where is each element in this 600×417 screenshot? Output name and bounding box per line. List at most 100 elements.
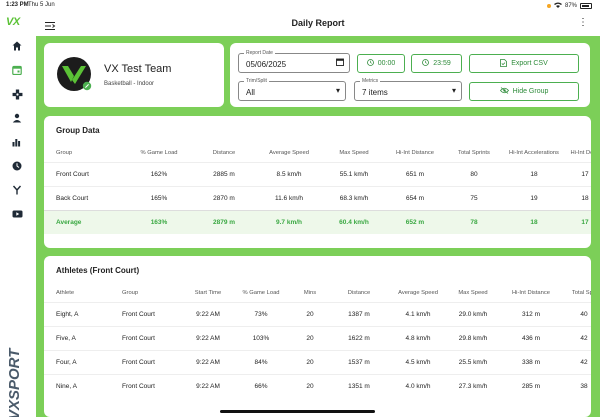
table-cell: 1351 m: [330, 373, 388, 398]
table-cell: Five, A: [44, 325, 110, 350]
column-header[interactable]: Average Speed: [254, 144, 324, 162]
trim-split-label: Trim/Split: [244, 78, 269, 84]
table-cell: 9.7 km/h: [254, 209, 324, 234]
app-logo: VX: [6, 16, 20, 28]
column-header[interactable]: Mins: [290, 284, 330, 302]
table-cell: 4.5 km/h: [388, 349, 448, 374]
clock-icon[interactable]: [11, 161, 23, 173]
hide-group-button[interactable]: Hide Group: [469, 82, 579, 101]
athletes-table: Athlete Group Start Time % Game Load Min…: [44, 284, 591, 398]
column-header[interactable]: Average Speed: [388, 284, 448, 302]
table-row[interactable]: Back Court 165% 2870 m 11.6 km/h 68.3 km…: [44, 185, 591, 210]
column-header[interactable]: % Game Load: [232, 284, 290, 302]
calendar-icon[interactable]: [11, 65, 23, 77]
column-header[interactable]: Max Speed: [448, 284, 498, 302]
table-row[interactable]: Four, A Front Court 9:22 AM 84% 20 1537 …: [44, 349, 591, 374]
battery-icon: [580, 3, 592, 9]
status-date: Thu 5 Jun: [28, 2, 55, 8]
trim-split-select[interactable]: Trim/Split All ▾: [238, 78, 346, 101]
table-cell: Average: [44, 209, 124, 234]
table-cell: 103%: [232, 325, 290, 350]
main-content: VX Test Team Basketball - Indoor Report …: [36, 36, 600, 417]
team-name: VX Test Team: [104, 63, 172, 75]
table-row[interactable]: Eight, A Front Court 9:22 AM 73% 20 1387…: [44, 301, 591, 326]
person-icon[interactable]: [11, 113, 23, 125]
gamepad-icon[interactable]: [11, 89, 23, 101]
home-icon[interactable]: [11, 41, 23, 53]
end-clock-icon: [422, 59, 430, 68]
table-cell: Front Court: [110, 373, 184, 398]
table-cell: 68.3 km/h: [324, 185, 384, 210]
status-bar: 1:23 PM Thu 5 Jun 87%: [0, 0, 600, 12]
athletes-card: Athletes (Front Court) Athlete Group Sta…: [44, 256, 591, 417]
table-cell: 18: [566, 185, 591, 210]
bar-chart-icon[interactable]: [11, 137, 23, 149]
chevron-down-icon: ▾: [451, 86, 456, 95]
end-time-button[interactable]: 23:59: [411, 54, 462, 73]
athletes-table-header: Athlete Group Start Time % Game Load Min…: [44, 284, 591, 302]
average-row: Average 163% 2879 m 9.7 km/h 60.4 km/h 6…: [44, 209, 591, 234]
group-data-table: Group % Game Load Distance Average Speed…: [44, 144, 591, 234]
export-csv-button[interactable]: Export CSV: [469, 54, 579, 73]
column-header[interactable]: Hi-Int Accelerations: [502, 144, 566, 162]
table-cell: 42: [564, 325, 591, 350]
table-cell: 654 m: [384, 185, 446, 210]
home-indicator[interactable]: [220, 410, 375, 413]
table-cell: 29.0 km/h: [448, 301, 498, 326]
column-header[interactable]: Hi-Int Dece: [566, 144, 592, 162]
table-cell: 18: [502, 209, 566, 234]
report-date-label: Report Date: [244, 50, 275, 56]
column-header[interactable]: Group: [110, 284, 184, 302]
table-cell: Front Court: [110, 301, 184, 326]
table-cell: 9:22 AM: [184, 301, 232, 326]
column-header[interactable]: Distance: [194, 144, 254, 162]
table-cell: Back Court: [44, 185, 124, 210]
start-time-button[interactable]: 00:00: [357, 54, 405, 73]
table-cell: 2870 m: [194, 185, 254, 210]
report-date-field[interactable]: Report Date 05/06/2025: [238, 50, 350, 73]
athletes-title: Athletes (Front Court): [56, 266, 140, 275]
column-header[interactable]: Athlete: [44, 284, 110, 302]
video-icon[interactable]: [11, 209, 23, 221]
merge-icon[interactable]: [11, 185, 23, 197]
table-cell: 651 m: [384, 161, 446, 186]
more-options-icon[interactable]: ⋮: [578, 17, 588, 28]
table-cell: Front Court: [110, 325, 184, 350]
table-cell: 75: [446, 185, 502, 210]
table-row[interactable]: Five, A Front Court 9:22 AM 103% 20 1622…: [44, 325, 591, 350]
table-cell: 78: [446, 209, 502, 234]
table-row[interactable]: Front Court 162% 2885 m 8.5 km/h 55.1 km…: [44, 161, 591, 186]
metrics-select[interactable]: Metrics 7 items ▾: [354, 78, 462, 101]
table-cell: 17: [566, 161, 591, 186]
table-cell: Front Court: [44, 161, 124, 186]
table-cell: 162%: [124, 161, 194, 186]
page-title: Daily Report: [291, 18, 345, 28]
column-header[interactable]: Hi-Int Distance: [384, 144, 446, 162]
column-header[interactable]: Hi-Int Distance: [498, 284, 564, 302]
table-cell: Front Court: [110, 349, 184, 374]
table-cell: 20: [290, 373, 330, 398]
table-cell: 80: [446, 161, 502, 186]
column-header[interactable]: Total Sprints: [446, 144, 502, 162]
table-cell: 1622 m: [330, 325, 388, 350]
column-header[interactable]: Distance: [330, 284, 388, 302]
table-cell: 338 m: [498, 349, 564, 374]
table-cell: 40: [564, 301, 591, 326]
table-row[interactable]: Nine, A Front Court 9:22 AM 66% 20 1351 …: [44, 373, 591, 398]
table-cell: 42: [564, 349, 591, 374]
column-header[interactable]: Start Time: [184, 284, 232, 302]
end-time-value: 23:59: [433, 60, 451, 67]
table-cell: Nine, A: [44, 373, 110, 398]
table-cell: 20: [290, 325, 330, 350]
table-cell: 1387 m: [330, 301, 388, 326]
brand-wordmark-text: VXSPORT: [6, 347, 23, 417]
column-header[interactable]: Group: [44, 144, 124, 162]
table-cell: 73%: [232, 301, 290, 326]
column-header[interactable]: Total Spri: [564, 284, 591, 302]
trim-split-value: All: [246, 88, 255, 97]
column-header[interactable]: Max Speed: [324, 144, 384, 162]
table-cell: Four, A: [44, 349, 110, 374]
calendar-picker-icon[interactable]: [336, 58, 344, 68]
hide-group-label: Hide Group: [512, 88, 549, 95]
column-header[interactable]: % Game Load: [124, 144, 194, 162]
